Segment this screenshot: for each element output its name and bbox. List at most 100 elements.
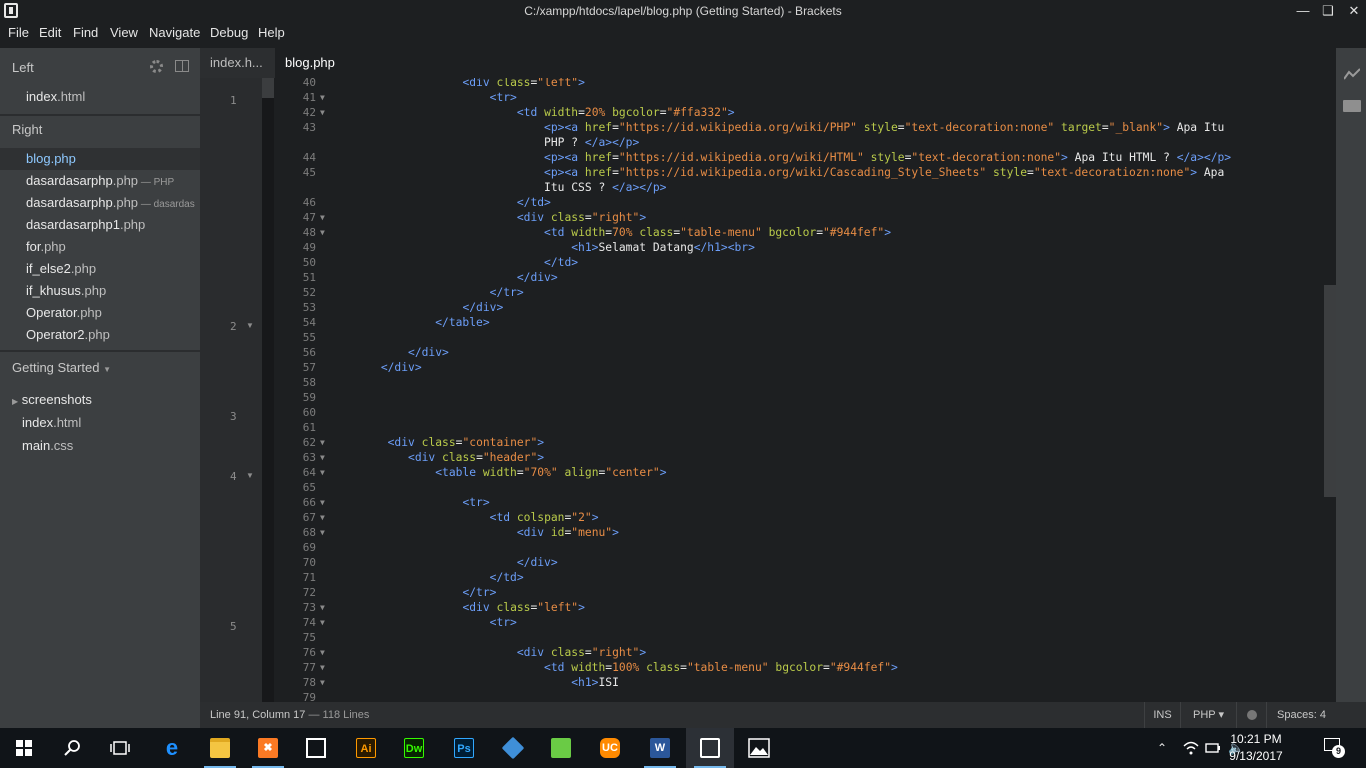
code-line[interactable]: 78 ▼ <h1>ISI [200,675,1324,690]
search-button[interactable] [48,728,96,768]
working-file-operator2[interactable]: Operator2.php [26,324,110,346]
code-line[interactable]: 54 </table> [200,315,1324,330]
virtualbox-button[interactable] [489,728,537,768]
working-file-index[interactable]: index.html [26,86,85,108]
extension-manager-icon[interactable] [1343,100,1361,112]
fold-arrow-icon[interactable]: ▼ [320,105,325,120]
indent-spaces[interactable]: Spaces: 4 [1266,702,1336,728]
menu-view[interactable]: View [110,24,138,42]
minimize-button[interactable]: — [1289,0,1317,22]
code-line[interactable]: 59 [200,390,1324,405]
code-line[interactable]: 45 <p><a href="https://id.wikipedia.org/… [200,165,1324,180]
menu-help[interactable]: Help [258,24,285,42]
code-line[interactable]: 66 ▼ <tr> [200,495,1324,510]
project-title[interactable]: Getting Started ▼ [12,360,111,375]
fold-arrow-icon[interactable]: ▼ [320,675,325,690]
working-file-if-else2[interactable]: if_else2.php [26,258,96,280]
fold-arrow-icon[interactable]: ▼ [320,645,325,660]
code-line[interactable]: 63 ▼ <div class="header"> [200,450,1324,465]
tree-file-main[interactable]: main.css [22,435,73,457]
xampp-button[interactable]: ✖ [244,728,292,768]
code-line[interactable]: 57 </div> [200,360,1324,375]
code-line[interactable]: 48 ▼ <td width=70% class="table-menu" bgc… [200,225,1324,240]
code-line[interactable]: 53 </div> [200,300,1324,315]
fold-arrow-icon[interactable]: ▼ [320,225,325,240]
code-line[interactable]: 46 </td> [200,195,1324,210]
working-file-for[interactable]: for.php [26,236,66,258]
fold-arrow-icon[interactable]: ▼ [320,525,325,540]
code-line[interactable]: PHP ? </a></p> [200,135,1324,150]
action-center-icon[interactable]: 9 [1324,738,1345,758]
tree-file-index[interactable]: index.html [22,412,81,434]
fold-arrow-icon[interactable]: ▼ [320,510,325,525]
split-view-icon[interactable] [175,60,189,72]
menu-find[interactable]: Find [73,24,98,42]
edge-button[interactable]: e [148,728,196,768]
fold-arrow-icon[interactable]: ▼ [320,435,325,450]
illustrator-button[interactable]: Ai [342,728,390,768]
maximize-button[interactable]: ❑ [1314,0,1342,22]
code-line[interactable]: 64 ▼ <table width="70%" align="center"> [200,465,1324,480]
linter-status[interactable] [1236,702,1266,728]
code-line[interactable]: 51 </div> [200,270,1324,285]
uc-browser-button[interactable]: UC [586,728,634,768]
word-button[interactable]: W [636,728,684,768]
code-line[interactable]: 56 </div> [200,345,1324,360]
menu-debug[interactable]: Debug [210,24,248,42]
code-line[interactable]: 74 ▼ <tr> [200,615,1324,630]
menu-edit[interactable]: Edit [39,24,61,42]
code-line[interactable]: 76 ▼ <div class="right"> [200,645,1324,660]
code-line[interactable]: 47 ▼ <div class="right"> [200,210,1324,225]
tree-folder-screenshots[interactable]: ▶ screenshots [12,389,92,411]
cursor-position[interactable]: Line 91, Column 17 — 118 Lines [210,702,369,728]
code-line[interactable]: 77 ▼ <td width=100% class="table-menu" bg… [200,660,1324,675]
fold-arrow-icon[interactable]: ▼ [320,450,325,465]
working-file-blog[interactable]: blog.php [26,148,76,170]
working-file-dasardasarphp[interactable]: dasardasarphp.php — PHP [26,170,174,192]
code-line[interactable]: 60 [200,405,1324,420]
battery-icon[interactable] [1205,742,1221,754]
code-line[interactable]: 58 [200,375,1324,390]
code-line[interactable]: 40 <div class="left"> [200,78,1324,90]
working-file-operator[interactable]: Operator.php [26,302,102,324]
code-line[interactable]: 70 </div> [200,555,1324,570]
file-explorer-button[interactable] [196,728,244,768]
code-line[interactable]: 71 </td> [200,570,1324,585]
fold-arrow-icon[interactable]: ▼ [320,495,325,510]
code-line[interactable]: 65 [200,480,1324,495]
code-line[interactable]: 73 ▼ <div class="left"> [200,600,1324,615]
photoshop-button[interactable]: Ps [440,728,488,768]
code-line[interactable]: 52 </tr> [200,285,1324,300]
code-line[interactable]: 61 [200,420,1324,435]
code-line[interactable]: 67 ▼ <td colspan="2"> [200,510,1324,525]
store-button[interactable] [292,728,340,768]
code-line[interactable]: 68 ▼ <div id="menu"> [200,525,1324,540]
code-line[interactable]: 55 [200,330,1324,345]
tab-blog-php[interactable]: blog.php [275,48,1336,78]
code-line[interactable]: 62 ▼ <div class="container"> [200,435,1324,450]
code-line[interactable]: 41 ▼ <tr> [200,90,1324,105]
gear-icon[interactable] [150,60,163,73]
code-line[interactable]: 50 </td> [200,255,1324,270]
sketchup-button[interactable] [537,728,585,768]
working-file-if-khusus[interactable]: if_khusus.php [26,280,106,302]
fold-arrow-icon[interactable]: ▼ [320,465,325,480]
fold-arrow-icon[interactable]: ▼ [320,210,325,225]
fold-arrow-icon[interactable]: ▼ [320,660,325,675]
code-line[interactable]: Itu CSS ? </a></p> [200,180,1324,195]
insert-mode-indicator[interactable]: INS [1144,702,1180,728]
wifi-icon[interactable] [1183,741,1199,755]
clock[interactable]: 10:21 PM 9/13/2017 [1222,731,1290,765]
language-select[interactable]: PHP ▾ [1180,702,1236,728]
code-line[interactable]: 69 [200,540,1324,555]
scrollbar-thumb[interactable] [1324,285,1336,497]
fold-arrow-icon[interactable]: ▼ [320,600,325,615]
close-button[interactable]: ✕ [1340,0,1366,22]
task-view-button[interactable] [96,728,144,768]
dreamweaver-button[interactable]: Dw [390,728,438,768]
working-file-dasardasarphp-2[interactable]: dasardasarphp.php — dasardas [26,192,195,214]
photos-button[interactable] [734,728,782,768]
code-line[interactable]: 42 ▼ <td width=20% bgcolor="#ffa332"> [200,105,1324,120]
show-hidden-icons-icon[interactable]: ⌃ [1157,728,1167,768]
fold-arrow-icon[interactable]: ▼ [320,615,325,630]
